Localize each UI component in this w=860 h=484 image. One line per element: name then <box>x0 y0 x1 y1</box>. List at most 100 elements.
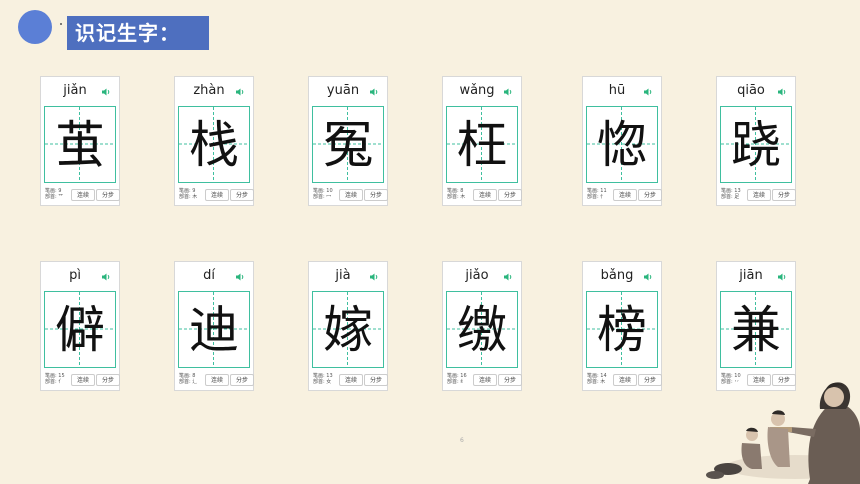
decorative-dot <box>60 23 62 25</box>
radical-label: 部首 <box>45 379 56 385</box>
radical-label: 部首 <box>45 194 56 200</box>
tianzige-grid: 冤 <box>312 106 384 183</box>
radical-value: 辶 <box>192 379 198 385</box>
radical-value: 艹 <box>58 194 64 200</box>
radical-value: 亻 <box>58 379 64 385</box>
speaker-icon[interactable] <box>235 272 245 282</box>
character-card: hū 惚 笔画: 11 部首: 忄 连续 分步 <box>582 76 662 206</box>
pinyin-label: pì <box>69 268 81 283</box>
pinyin-label: hū <box>608 83 626 98</box>
character-card: qiāo 跷 笔画: 13 部首: 足 连续 分步 <box>716 76 796 206</box>
step-play-button[interactable]: 分步 <box>364 189 388 201</box>
tianzige-grid: 惚 <box>586 106 658 183</box>
continuous-play-button[interactable]: 连续 <box>205 374 229 386</box>
hanzi-character: 迪 <box>189 300 239 359</box>
speaker-icon[interactable] <box>101 87 111 97</box>
step-play-button[interactable]: 分步 <box>230 374 254 386</box>
page-title: 识记生字： <box>67 16 209 50</box>
continuous-play-button[interactable]: 连续 <box>205 189 229 201</box>
speaker-icon[interactable] <box>369 87 379 97</box>
step-play-button[interactable]: 分步 <box>638 189 662 201</box>
speaker-icon[interactable] <box>503 87 513 97</box>
radical-value: 纟 <box>460 379 466 385</box>
tianzige-grid: 茧 <box>44 106 116 183</box>
radical-value: 木 <box>192 194 198 200</box>
continuous-play-button[interactable]: 连续 <box>613 189 637 201</box>
radical-label: 部首 <box>447 379 458 385</box>
radical-label: 部首 <box>179 379 190 385</box>
continuous-play-button[interactable]: 连续 <box>71 374 95 386</box>
hanzi-character: 嫁 <box>323 300 373 359</box>
pinyin-label: bǎng <box>600 268 634 283</box>
tianzige-grid: 缴 <box>446 291 518 368</box>
radical-value: 冖 <box>326 194 332 200</box>
radical-label: 部首 <box>447 194 458 200</box>
speaker-icon[interactable] <box>777 87 787 97</box>
continuous-play-button[interactable]: 连续 <box>339 374 363 386</box>
step-play-button[interactable]: 分步 <box>772 189 796 201</box>
pinyin-label: jiǎo <box>465 268 489 283</box>
tianzige-grid: 榜 <box>586 291 658 368</box>
tianzige-grid: 嫁 <box>312 291 384 368</box>
pinyin-label: wǎng <box>459 83 495 98</box>
radical-label: 部首 <box>313 194 324 200</box>
step-play-button[interactable]: 分步 <box>638 374 662 386</box>
character-card: jiǎo 缴 笔画: 16 部首: 纟 连续 分步 <box>442 261 522 391</box>
step-play-button[interactable]: 分步 <box>364 374 388 386</box>
pinyin-label: yuān <box>326 83 360 98</box>
radical-label: 部首 <box>313 379 324 385</box>
step-play-button[interactable]: 分步 <box>498 189 522 201</box>
speaker-icon[interactable] <box>235 87 245 97</box>
continuous-play-button[interactable]: 连续 <box>339 189 363 201</box>
tianzige-grid: 迪 <box>178 291 250 368</box>
tianzige-grid: 跷 <box>720 106 792 183</box>
speaker-icon[interactable] <box>101 272 111 282</box>
step-play-button[interactable]: 分步 <box>96 374 120 386</box>
speaker-icon[interactable] <box>369 272 379 282</box>
continuous-play-button[interactable]: 连续 <box>71 189 95 201</box>
radical-value: 木 <box>600 379 606 385</box>
character-card: yuān 冤 笔画: 10 部首: 冖 连续 分步 <box>308 76 388 206</box>
pinyin-label: qiāo <box>737 83 765 98</box>
step-play-button[interactable]: 分步 <box>230 189 254 201</box>
radical-value: 女 <box>326 379 332 385</box>
hanzi-character: 冤 <box>323 115 373 174</box>
page-number: 6 <box>460 437 464 444</box>
step-play-button[interactable]: 分步 <box>498 374 522 386</box>
character-card: dí 迪 笔画: 8 部首: 辶 连续 分步 <box>174 261 254 391</box>
pinyin-label: jià <box>335 268 351 283</box>
pinyin-label: jiǎn <box>63 83 87 98</box>
radical-label: 部首 <box>587 194 598 200</box>
hanzi-character: 跷 <box>731 115 781 174</box>
teacher-students-illustration <box>706 382 860 484</box>
radical-value: 木 <box>460 194 466 200</box>
hanzi-character: 榜 <box>597 300 647 359</box>
speaker-icon[interactable] <box>503 272 513 282</box>
radical-value: 忄 <box>600 194 606 200</box>
radical-label: 部首 <box>179 194 190 200</box>
speaker-icon[interactable] <box>643 272 653 282</box>
hanzi-character: 栈 <box>189 115 239 174</box>
continuous-play-button[interactable]: 连续 <box>613 374 637 386</box>
hanzi-character: 枉 <box>457 115 507 174</box>
speaker-icon[interactable] <box>777 272 787 282</box>
continuous-play-button[interactable]: 连续 <box>747 189 771 201</box>
decorative-circle <box>18 10 52 44</box>
pinyin-label: jiān <box>739 268 763 283</box>
radical-label: 部首 <box>721 194 732 200</box>
tianzige-grid: 枉 <box>446 106 518 183</box>
character-card: zhàn 栈 笔画: 9 部首: 木 连续 分步 <box>174 76 254 206</box>
radical-value: 足 <box>734 194 740 200</box>
step-play-button[interactable]: 分步 <box>96 189 120 201</box>
pinyin-label: zhàn <box>193 83 225 98</box>
tianzige-grid: 僻 <box>44 291 116 368</box>
hanzi-character: 僻 <box>55 300 105 359</box>
continuous-play-button[interactable]: 连续 <box>473 374 497 386</box>
character-card: jià 嫁 笔画: 13 部首: 女 连续 分步 <box>308 261 388 391</box>
character-card: pì 僻 笔画: 15 部首: 亻 连续 分步 <box>40 261 120 391</box>
tianzige-grid: 栈 <box>178 106 250 183</box>
hanzi-character: 惚 <box>597 115 647 174</box>
continuous-play-button[interactable]: 连续 <box>473 189 497 201</box>
character-card: jiǎn 茧 笔画: 9 部首: 艹 连续 分步 <box>40 76 120 206</box>
speaker-icon[interactable] <box>643 87 653 97</box>
